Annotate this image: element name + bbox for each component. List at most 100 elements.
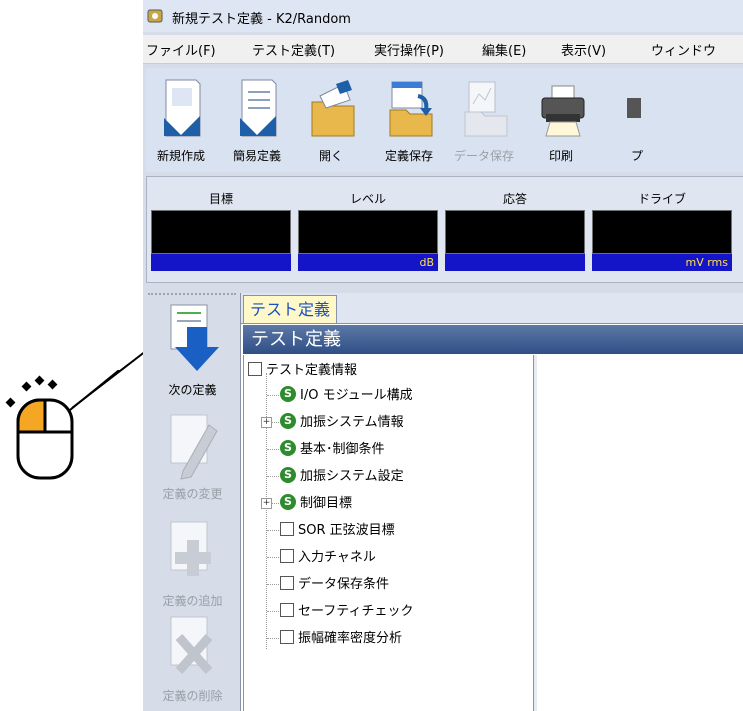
expand-icon[interactable]: + bbox=[261, 498, 272, 509]
printer-icon bbox=[541, 85, 585, 137]
tree-item-label: 加振システム情報 bbox=[300, 415, 404, 430]
next-definition-label: 次の定義 bbox=[168, 383, 217, 397]
tree-item-label: 振幅確率密度分析 bbox=[298, 631, 403, 646]
tree-item-safety-check[interactable]: セーフティチェック bbox=[280, 600, 413, 622]
tree-root[interactable]: テスト定義情報 bbox=[248, 359, 357, 381]
change-definition-button[interactable]: 定義の変更 bbox=[146, 411, 239, 502]
tree-item-data-save[interactable]: データ保存条件 bbox=[280, 573, 389, 595]
window-title: 新規テスト定義 - K2/Random bbox=[172, 12, 351, 27]
title-bar: 新規テスト定義 - K2/Random bbox=[143, 0, 743, 32]
status-s-icon: S bbox=[280, 493, 296, 510]
tree-connector bbox=[272, 422, 279, 423]
partial-toolbar-button[interactable]: プ bbox=[601, 74, 644, 166]
tree-item-label: I/O モジュール構成 bbox=[300, 388, 413, 403]
next-definition-button[interactable]: 次の定義 bbox=[146, 301, 239, 398]
simple-def-button[interactable]: 簡易定義 bbox=[222, 74, 292, 166]
open-folder-icon bbox=[311, 80, 355, 137]
tree-item-label: 加振システム設定 bbox=[300, 469, 404, 484]
tree-item-input-channel[interactable]: 入力チャネル bbox=[280, 546, 376, 568]
tree-connector bbox=[267, 530, 279, 531]
checkbox-icon bbox=[280, 521, 294, 536]
menu-bar: ファイル(F) テスト定義(T) 実行操作(P) 編集(E) 表示(V) ウィン… bbox=[143, 35, 743, 64]
meter-label: レベル bbox=[349, 192, 386, 206]
menu-view[interactable]: 表示(V) bbox=[561, 40, 606, 59]
meter-unit: dB bbox=[298, 254, 438, 271]
panel-splitter[interactable] bbox=[533, 355, 537, 711]
tree-connector bbox=[267, 476, 279, 477]
meter-drive: ドライブ mV rms bbox=[592, 190, 732, 271]
meter-display bbox=[151, 210, 291, 254]
meter-label: ドライブ bbox=[637, 192, 686, 206]
new-label: 新規作成 bbox=[156, 149, 205, 163]
checkbox-icon bbox=[280, 602, 294, 617]
tree-connector bbox=[272, 503, 279, 504]
app-icon bbox=[147, 9, 163, 23]
delete-definition-button[interactable]: 定義の削除 bbox=[146, 613, 239, 704]
tree-item-sor[interactable]: SOR 正弦波目標 bbox=[280, 519, 395, 541]
meter-unit bbox=[151, 254, 291, 271]
meter-label: 応答 bbox=[502, 192, 527, 206]
add-definition-button[interactable]: 定義の追加 bbox=[146, 518, 239, 609]
meter-unit bbox=[445, 254, 585, 271]
save-def-button[interactable]: 定義保存 bbox=[374, 74, 444, 166]
sidebar-grip[interactable] bbox=[148, 293, 236, 300]
new-document-icon bbox=[164, 79, 201, 137]
arrow-down-icon bbox=[170, 304, 219, 371]
status-s-icon: S bbox=[280, 466, 296, 483]
menu-test-def[interactable]: テスト定義(T) bbox=[252, 40, 335, 59]
meter-panel: 目標 レベル dB 応答 ドライブ mV rms bbox=[146, 176, 743, 283]
tree-item-pdf-analysis[interactable]: 振幅確率密度分析 bbox=[280, 627, 402, 649]
tree-connector bbox=[267, 611, 279, 612]
menu-window[interactable]: ウィンドウ bbox=[651, 40, 716, 59]
simple-document-icon bbox=[240, 79, 277, 137]
change-definition-label: 定義の変更 bbox=[162, 487, 223, 501]
plus-icon bbox=[170, 521, 211, 576]
tree-item-label: 制御目標 bbox=[300, 496, 353, 511]
status-s-icon: S bbox=[280, 412, 296, 429]
tree-item-shaker-info[interactable]: S 加振システム情報 bbox=[280, 411, 404, 433]
tab-test-definition[interactable]: テスト定義 bbox=[243, 295, 338, 323]
tree-item-control-target[interactable]: S 制御目標 bbox=[280, 492, 352, 514]
save-data-icon bbox=[464, 81, 508, 137]
save-def-label: 定義保存 bbox=[384, 149, 433, 163]
new-button[interactable]: 新規作成 bbox=[146, 74, 216, 166]
meter-level: レベル dB bbox=[298, 190, 438, 271]
tree-item-io[interactable]: S I/O モジュール構成 bbox=[280, 384, 413, 406]
meter-label: 目標 bbox=[208, 192, 233, 206]
partial-label: プ bbox=[631, 149, 644, 163]
expand-icon[interactable]: + bbox=[261, 417, 272, 428]
tree-item-label: 入力チャネル bbox=[298, 550, 376, 565]
definition-tree: テスト定義情報 S I/O モジュール構成 + S 加振システム情報 S 基本･制御条… bbox=[243, 355, 535, 711]
panel-title: テスト定義 bbox=[243, 325, 743, 354]
checkbox-icon bbox=[280, 629, 294, 644]
save-data-button[interactable]: データ保存 bbox=[449, 74, 519, 166]
tree-connector bbox=[267, 395, 279, 396]
save-definition-icon bbox=[389, 81, 433, 137]
tree-connector bbox=[267, 449, 279, 450]
print-button[interactable]: 印刷 bbox=[526, 74, 596, 166]
tree-item-label: SOR 正弦波目標 bbox=[298, 523, 395, 538]
pencil-icon bbox=[170, 414, 218, 480]
tree-item-label: セーフティチェック bbox=[298, 604, 414, 619]
tree-item-label: データ保存条件 bbox=[298, 577, 390, 592]
tree-item-shaker-settings[interactable]: S 加振システム設定 bbox=[280, 465, 404, 487]
open-button[interactable]: 開く bbox=[296, 74, 366, 166]
meter-target: 目標 bbox=[151, 190, 291, 271]
checkbox-icon bbox=[280, 548, 294, 563]
meter-display bbox=[592, 210, 732, 254]
delete-x-icon bbox=[170, 616, 212, 674]
status-s-icon: S bbox=[280, 385, 296, 402]
menu-run[interactable]: 実行操作(P) bbox=[374, 40, 444, 59]
tree-connector bbox=[267, 557, 279, 558]
meter-display bbox=[445, 210, 585, 254]
tree-guide bbox=[266, 373, 267, 649]
meter-unit: mV rms bbox=[592, 254, 732, 271]
menu-edit[interactable]: 編集(E) bbox=[482, 40, 526, 59]
meter-response: 応答 bbox=[445, 190, 585, 271]
menu-file[interactable]: ファイル(F) bbox=[146, 40, 216, 59]
tree-item-basic-control[interactable]: S 基本･制御条件 bbox=[280, 438, 385, 460]
tree-connector bbox=[267, 584, 279, 585]
tree-connector bbox=[267, 638, 279, 639]
meter-display bbox=[298, 210, 438, 254]
delete-definition-label: 定義の削除 bbox=[162, 689, 223, 703]
